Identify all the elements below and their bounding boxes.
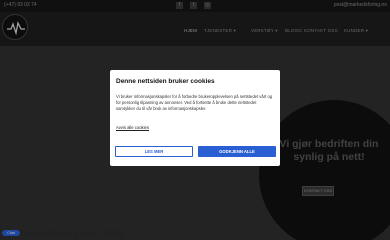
- reject-cookies-link[interactable]: Avvis alle cookies: [116, 125, 149, 130]
- cookie-dialog-text: Vi bruker informasjonskapsler for å forb…: [116, 94, 273, 111]
- cookie-dialog: Denne nettsiden bruker cookies Vi bruker…: [110, 70, 280, 166]
- accept-all-button[interactable]: GODKJENN ALLE: [198, 146, 276, 157]
- cookie-dialog-title: Denne nettsiden bruker cookies: [116, 78, 215, 85]
- read-more-button[interactable]: LES MER: [115, 146, 193, 157]
